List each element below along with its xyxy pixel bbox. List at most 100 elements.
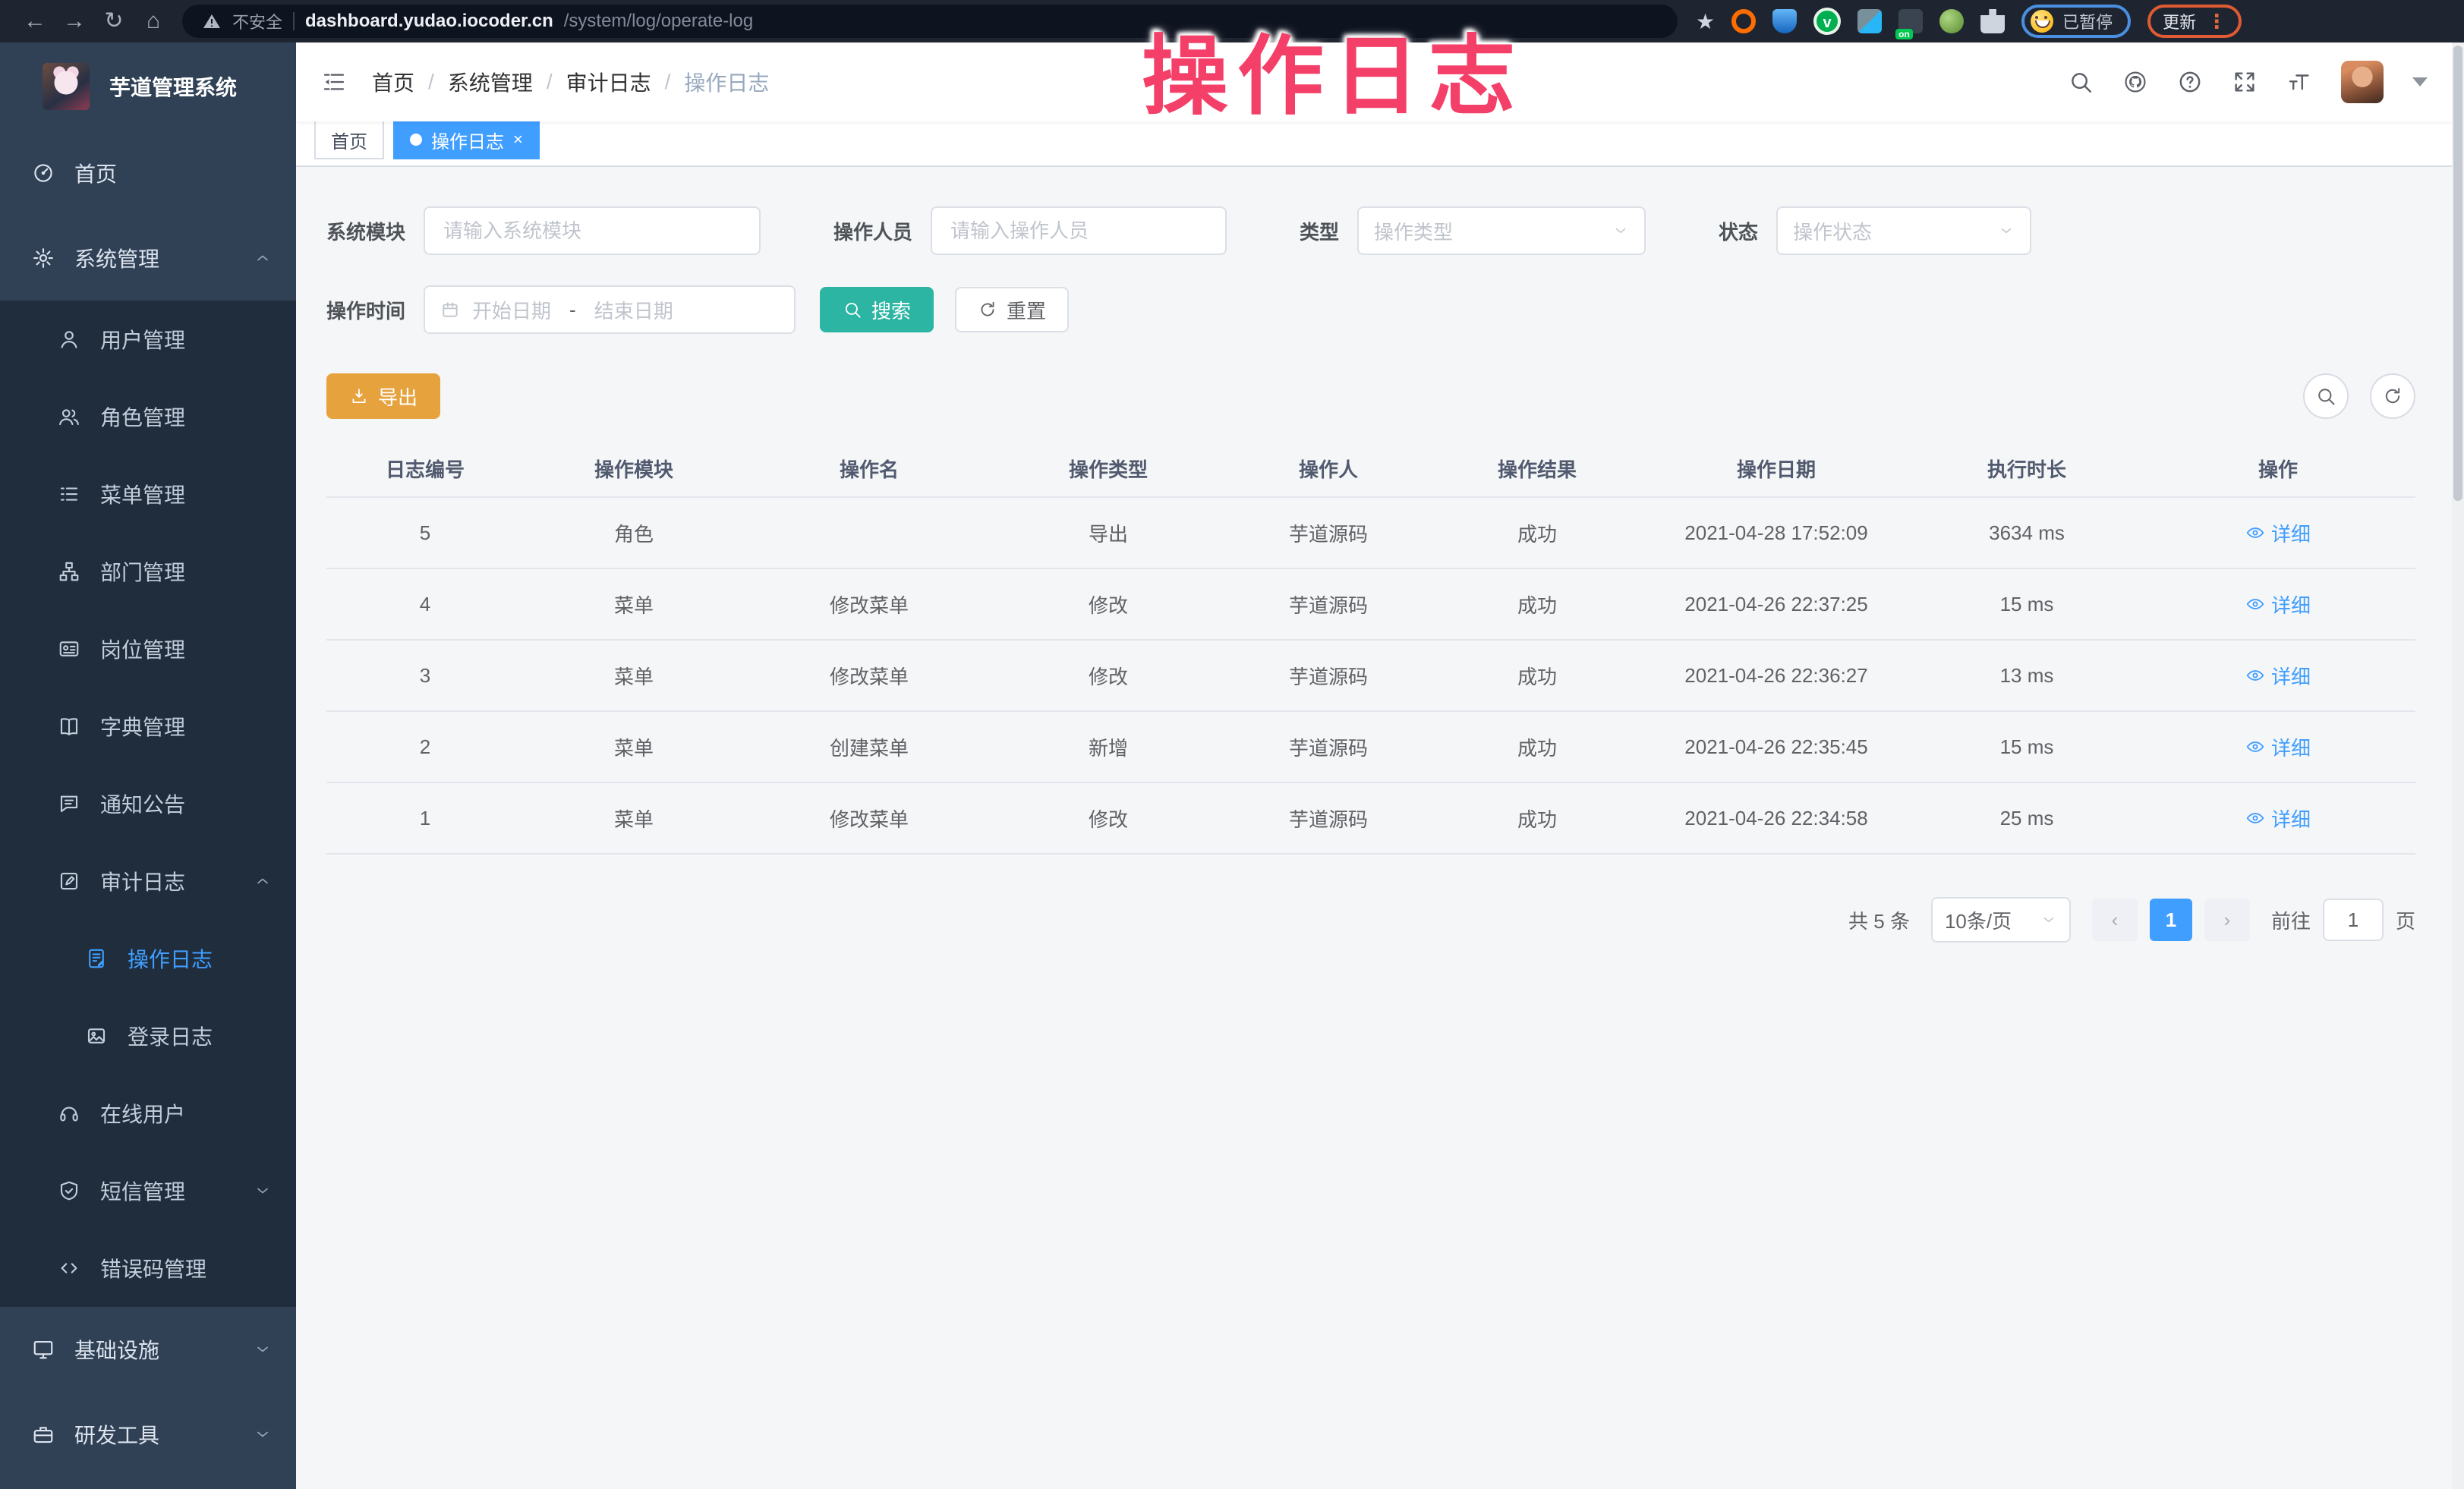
extension-leaf-icon[interactable] [1939,9,1964,33]
export-button[interactable]: 导出 [326,373,440,419]
sidebar-item-label: 操作日志 [128,943,213,974]
toggle-search-button[interactable] [2303,373,2349,419]
browser-toolbar: ← → ↻ ⌂ 不安全 dashboard.yudao.iocoder.cn /… [0,0,2464,42]
status-select-placeholder: 操作状态 [1793,217,1872,245]
app-window: 芋道管理系统 首页 系统管理 用户管理 角色管理 [0,42,2452,1489]
paused-extension-chip[interactable]: 已暂停 [2021,5,2131,38]
extension-switch-icon[interactable]: on [1898,9,1923,33]
sidebar-item-online-users[interactable]: 在线用户 [0,1075,296,1152]
help-icon[interactable] [2177,69,2203,95]
url-path: /system/log/operate-log [564,11,753,32]
sidebar-item-audit-log[interactable]: 审计日志 [0,842,296,920]
page-1-button[interactable]: 1 [2150,899,2192,941]
app-logo-row[interactable]: 芋道管理系统 [0,42,296,131]
prev-page-button[interactable]: ‹ [2092,899,2138,941]
operator-input[interactable] [931,206,1227,255]
cell-module: 角色 [524,519,744,547]
start-date-placeholder: 开始日期 [472,296,551,324]
chevron-up-icon [254,249,272,267]
sidebar-item-users[interactable]: 用户管理 [0,301,296,378]
tab-close-icon[interactable]: × [513,131,523,148]
detail-link[interactable]: 详细 [2245,590,2311,619]
extension-pin-icon[interactable] [1772,9,1797,33]
scrollbar-thumb[interactable] [2453,46,2462,501]
browser-back-icon[interactable]: ← [15,0,55,42]
detail-link[interactable]: 详细 [2245,733,2311,761]
headset-icon [58,1102,80,1125]
reset-button[interactable]: 重置 [955,287,1069,332]
tab-home[interactable]: 首页 [314,120,384,159]
col-header: 操作 [2141,455,2415,483]
type-select[interactable]: 操作类型 [1357,206,1646,255]
font-size-icon[interactable] [2286,69,2312,95]
cell-module: 菜单 [524,804,744,833]
extension-orange-icon[interactable] [1731,9,1756,33]
tab-label: 首页 [331,127,367,153]
sidebar-item-login-log[interactable]: 登录日志 [0,997,296,1075]
main-area: 首页 / 系统管理 / 审计日志 / 操作日志 [296,42,2452,1489]
sidebar-item-menus[interactable]: 菜单管理 [0,455,296,533]
cell-log-id: 2 [326,735,524,759]
sidebar-item-notice[interactable]: 通知公告 [0,765,296,842]
code-icon [58,1257,80,1280]
sidebar-item-system[interactable]: 系统管理 [0,216,296,301]
security-label[interactable]: 不安全 [232,9,282,33]
extension-green-v-icon[interactable]: v [1813,8,1841,35]
sidebar-item-roles[interactable]: 角色管理 [0,378,296,455]
sidebar-item-label: 菜单管理 [100,479,185,509]
sidebar-item-operate-log[interactable]: 操作日志 [0,920,296,997]
detail-link-label: 详细 [2271,519,2311,547]
shield-check-icon [58,1179,80,1202]
status-label: 状态 [1719,217,1758,245]
detail-link[interactable]: 详细 [2245,519,2311,547]
detail-link[interactable]: 详细 [2245,804,2311,833]
eye-icon [2245,594,2265,614]
address-bar[interactable]: 不安全 dashboard.yudao.iocoder.cn /system/l… [182,5,1678,38]
sidebar-item-departments[interactable]: 部门管理 [0,533,296,610]
status-select[interactable]: 操作状态 [1776,206,2031,255]
refresh-table-button[interactable] [2370,373,2415,419]
page-size-select[interactable]: 10条/页 [1931,897,2071,943]
breadcrumb-separator: / [547,70,553,94]
tab-operate-log[interactable]: 操作日志 × [393,120,540,159]
cell-log-id: 3 [326,664,524,688]
github-icon[interactable] [2122,69,2148,95]
user-avatar[interactable] [2341,61,2384,103]
cell-operator: 芋道源码 [1222,733,1435,761]
breadcrumb-audit-log[interactable]: 审计日志 [566,67,651,97]
sidebar-item-home[interactable]: 首页 [0,131,296,216]
breadcrumb-separator: / [428,70,434,94]
module-input[interactable] [424,206,761,255]
browser-reload-icon[interactable]: ↻ [94,0,134,42]
eye-icon [2245,666,2265,685]
extension-blue-icon[interactable] [1857,9,1882,33]
cell-result: 成功 [1435,590,1640,619]
browser-menu-icon[interactable]: ⋮ [2207,10,2226,33]
search-icon[interactable] [2068,69,2094,95]
sidebar-item-posts[interactable]: 岗位管理 [0,610,296,688]
breadcrumb-home[interactable]: 首页 [372,67,414,97]
cell-date: 2021-04-26 22:37:25 [1640,593,1913,616]
extensions-puzzle-icon[interactable] [1980,9,2005,33]
date-range-picker[interactable]: 开始日期 - 结束日期 [424,285,796,334]
detail-link[interactable]: 详细 [2245,662,2311,690]
chevron-down-icon [2040,911,2057,928]
fullscreen-icon[interactable] [2232,69,2258,95]
sidebar-fold-icon[interactable] [320,70,348,94]
browser-forward-icon[interactable]: → [55,0,94,42]
user-menu-caret-icon[interactable] [2412,77,2428,87]
next-page-button[interactable]: › [2204,899,2250,941]
page-scrollbar[interactable] [2452,42,2464,1489]
browser-home-icon[interactable]: ⌂ [134,0,173,42]
goto-group: 前往 页 [2271,899,2415,941]
sidebar-item-error-codes[interactable]: 错误码管理 [0,1229,296,1307]
sidebar-item-infrastructure[interactable]: 基础设施 [0,1307,296,1392]
bookmark-star-icon[interactable]: ★ [1696,9,1715,34]
sidebar-item-dev-tools[interactable]: 研发工具 [0,1392,296,1477]
search-button[interactable]: 搜索 [820,287,934,332]
sidebar-item-sms[interactable]: 短信管理 [0,1152,296,1229]
goto-page-input[interactable] [2323,899,2384,941]
breadcrumb-system[interactable]: 系统管理 [448,67,533,97]
browser-update-chip[interactable]: 更新 ⋮ [2147,5,2242,38]
sidebar-item-dict[interactable]: 字典管理 [0,688,296,765]
